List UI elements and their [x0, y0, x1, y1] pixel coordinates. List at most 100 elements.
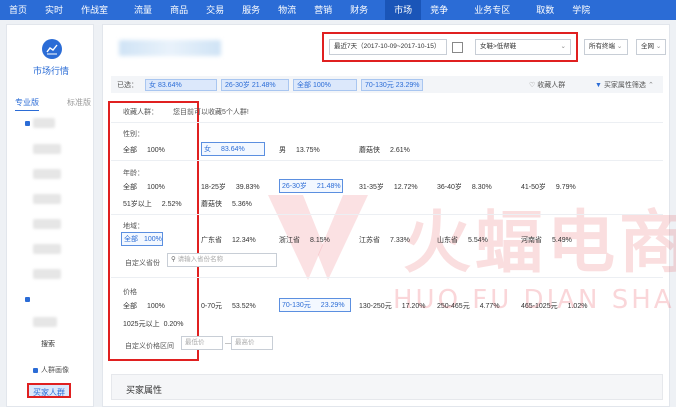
- nav-item-marketing[interactable]: 营销: [305, 0, 341, 20]
- option-value: 7.33%: [390, 237, 410, 244]
- price-option-130-250[interactable]: 130-250元 17.20%: [359, 301, 425, 311]
- option-name: 全部: [123, 147, 137, 154]
- option-value: 53.52%: [232, 303, 256, 310]
- category-select[interactable]: 女鞋>低帮鞋 ⌄: [475, 39, 571, 55]
- age-option-51-plus[interactable]: 51岁以上 2.52%: [123, 199, 182, 209]
- nav-item-trade[interactable]: 交易: [197, 0, 233, 20]
- chevron-down-icon: ⌄: [655, 43, 662, 50]
- region-option-zhejiang[interactable]: 浙江省 8.15%: [279, 235, 330, 245]
- region-option-all[interactable]: 全部 100%: [121, 232, 163, 246]
- sidebar-item-blurred[interactable]: [33, 269, 61, 279]
- price-option-465-1025[interactable]: 465-1025元 1.02%: [521, 301, 587, 311]
- option-name: 蘑菇侠: [359, 147, 380, 154]
- option-name: 全部: [123, 303, 137, 310]
- sidebar-item-buyer-crowd[interactable]: 买家人群: [27, 383, 71, 398]
- province-search-input[interactable]: ⚲ 请输入省份名称: [167, 253, 277, 267]
- nav-item-data[interactable]: 取数: [527, 0, 563, 20]
- gender-option-all[interactable]: 全部 100%: [123, 145, 165, 155]
- option-value: 0.20%: [163, 321, 184, 328]
- region-option-henan[interactable]: 河南省 5.49%: [521, 235, 572, 245]
- region-option-shandong[interactable]: 山东省 5.54%: [437, 235, 488, 245]
- age-option-26-30[interactable]: 26-30岁 21.48%: [279, 179, 343, 193]
- option-name: 0-70元: [201, 303, 223, 310]
- sidebar-item-blurred[interactable]: [33, 169, 61, 179]
- nav-item-service[interactable]: 服务: [233, 0, 269, 20]
- calendar-icon[interactable]: [452, 42, 463, 53]
- scope-select[interactable]: 全网 ⌄: [636, 39, 666, 55]
- nav-item-realtime[interactable]: 实时: [36, 0, 72, 20]
- gender-option-male[interactable]: 男 13.75%: [279, 145, 320, 155]
- age-option-18-25[interactable]: 18-25岁 39.83%: [201, 182, 260, 192]
- nav-item-logistics[interactable]: 物流: [269, 0, 305, 20]
- chip-region[interactable]: 全部 100%: [293, 78, 357, 91]
- nav-item-war-room[interactable]: 作战室: [72, 0, 117, 20]
- option-value: 100%: [147, 184, 165, 191]
- price-option-250-465[interactable]: 250-465元 4.77%: [437, 301, 500, 311]
- age-option-31-35[interactable]: 31-35岁 12.72%: [359, 182, 418, 192]
- chip-gender[interactable]: 女 83.64%: [145, 78, 217, 91]
- divider: [111, 122, 663, 123]
- favorite-crowd-link[interactable]: ♡ 收藏人群: [529, 80, 565, 90]
- sidebar-item-blurred[interactable]: [33, 194, 61, 204]
- terminal-select[interactable]: 所有终端 ⌄: [584, 39, 628, 55]
- price-option-all[interactable]: 全部 100%: [123, 301, 165, 311]
- option-name: 465-1025元: [521, 303, 558, 310]
- gender-option-unknown[interactable]: 蘑菇侠 2.61%: [359, 145, 410, 155]
- sidebar-item-blurred[interactable]: [33, 317, 57, 327]
- region-option-guangdong[interactable]: 广东省 12.34%: [201, 235, 256, 245]
- option-name: 全部: [123, 184, 137, 191]
- price-option-1025-plus[interactable]: 1025元以上 0.20%: [123, 319, 183, 329]
- gender-label: 性别：: [123, 131, 144, 138]
- option-value: 5.36%: [232, 201, 252, 208]
- option-name: 浙江省: [279, 237, 300, 244]
- age-option-all[interactable]: 全部 100%: [123, 182, 165, 192]
- sidebar-item-search[interactable]: 搜索: [41, 339, 55, 349]
- sidebar-item-blurred[interactable]: [33, 118, 55, 128]
- divider: [111, 214, 663, 215]
- nav-item-finance[interactable]: 财务: [341, 0, 377, 20]
- attribute-filter-link[interactable]: ▼ 买家属性筛选 ⌃: [595, 80, 654, 90]
- option-value: 2.52%: [161, 201, 182, 208]
- nav-item-home[interactable]: 首页: [0, 0, 36, 20]
- price-max-input[interactable]: 最高价: [231, 336, 273, 350]
- option-name: 山东省: [437, 237, 458, 244]
- nav-item-academy[interactable]: 学院: [563, 0, 599, 20]
- price-min-input[interactable]: 最低价: [181, 336, 223, 350]
- tab-standard[interactable]: 标准版: [67, 97, 91, 111]
- heart-icon: ♡: [529, 82, 536, 89]
- chip-age[interactable]: 26-30岁 21.48%: [221, 78, 289, 91]
- sidebar-title: 市场行情: [32, 66, 69, 76]
- region-option-jiangsu[interactable]: 江苏省 7.33%: [359, 235, 410, 245]
- selected-filter-bar: 已选： 女 83.64% 26-30岁 21.48% 全部 100% 70-13…: [111, 76, 663, 93]
- option-name: 男: [279, 147, 286, 154]
- age-option-36-40[interactable]: 36-40岁 8.30%: [437, 182, 492, 192]
- region-label: 地域：: [123, 223, 144, 230]
- nav-item-product[interactable]: 商品: [161, 0, 197, 20]
- filter-icon: ▼: [595, 81, 602, 89]
- custom-province-label: 自定义省份: [125, 260, 160, 267]
- date-range-select[interactable]: 最近7天（2017-10-09~2017-10-15）: [329, 39, 447, 55]
- option-value: 8.15%: [310, 237, 330, 244]
- sidebar-item-blurred[interactable]: [33, 219, 61, 229]
- nav-item-competition[interactable]: 竞争: [421, 0, 457, 20]
- sidebar-item-blurred[interactable]: [33, 244, 61, 254]
- nav-item-business-zone[interactable]: 业务专区: [465, 0, 519, 20]
- nav-item-market[interactable]: 市场: [385, 0, 422, 20]
- section-title: 买家属性: [126, 385, 163, 395]
- divider: [111, 160, 663, 161]
- sidebar-item-blurred[interactable]: [33, 144, 61, 154]
- age-option-unknown[interactable]: 蘑菇侠 5.36%: [201, 199, 252, 209]
- chevron-down-icon: ⌄: [560, 43, 566, 50]
- favorite-label: 收藏人群: [537, 82, 566, 89]
- selected-label: 已选：: [117, 81, 138, 89]
- price-option-0-70[interactable]: 0-70元 53.52%: [201, 301, 256, 311]
- gender-option-female[interactable]: 女 83.64%: [201, 142, 265, 156]
- option-name: 250-465元: [437, 303, 470, 310]
- chip-price[interactable]: 70-130元 23.29%: [361, 78, 423, 91]
- tab-pro[interactable]: 专业版: [15, 97, 39, 111]
- attr-filter-label: 买家属性筛选: [603, 82, 646, 89]
- nav-item-traffic[interactable]: 流量: [125, 0, 161, 20]
- age-option-41-50[interactable]: 41-50岁 9.79%: [521, 182, 576, 192]
- price-option-70-130[interactable]: 70-130元 23.29%: [279, 298, 351, 312]
- terminal-label: 所有终端: [589, 43, 615, 50]
